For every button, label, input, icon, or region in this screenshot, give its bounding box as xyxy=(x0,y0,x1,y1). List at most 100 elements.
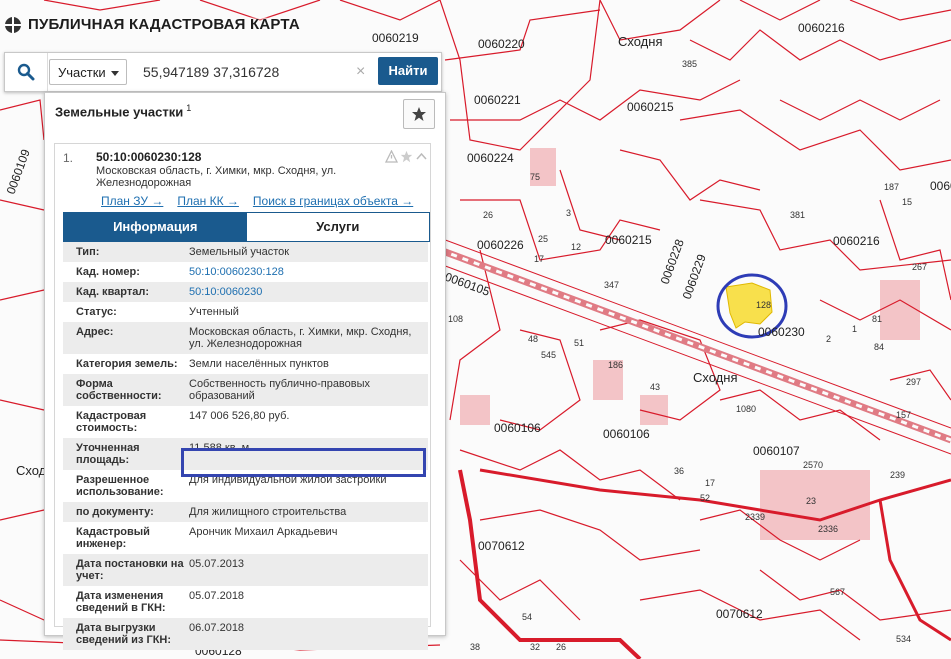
map-label-quarter: 0060215 xyxy=(627,100,674,114)
info-row-changed-date: Дата изменения сведений в ГКН: 05.07.2018 xyxy=(63,586,428,618)
parcel-number[interactable]: 50:10:0060230:128 xyxy=(96,150,201,164)
svg-text:1080: 1080 xyxy=(736,404,756,414)
chevron-up-icon[interactable] xyxy=(415,150,428,163)
map-label-quarter: 0070612 xyxy=(716,607,763,621)
tab-services[interactable]: Услуги xyxy=(246,213,429,241)
map-label-quarter: 0060216 xyxy=(833,234,880,248)
map-label-quarter: 0060109 xyxy=(930,179,951,193)
svg-text:297: 297 xyxy=(906,377,921,387)
plan-zu-link[interactable]: План ЗУ → xyxy=(101,194,163,208)
info-row-engineer: Кадастровый инженер: Арончик Михаил Аркад… xyxy=(63,522,428,554)
svg-text:81: 81 xyxy=(872,314,882,324)
svg-text:52: 52 xyxy=(700,493,710,503)
map-label-quarter: 0060230 xyxy=(758,325,805,339)
map-label-quarter: 0060224 xyxy=(467,151,514,165)
map-label-quarter: 0060107 xyxy=(753,444,800,458)
warning-icon[interactable] xyxy=(385,150,398,163)
svg-text:1: 1 xyxy=(852,324,857,334)
map-label-quarter: 0060106 xyxy=(494,421,541,435)
info-table: Тип: Земельный участок Кад. номер: 50:10:0… xyxy=(63,242,428,650)
svg-text:347: 347 xyxy=(604,280,619,290)
svg-text:84: 84 xyxy=(874,342,884,352)
map-label-quarter: 0060220 xyxy=(478,37,525,51)
svg-text:239: 239 xyxy=(890,470,905,480)
info-row-area: Уточненная площадь: 11 588 кв. м xyxy=(63,438,428,470)
info-row-type: Тип: Земельный участок xyxy=(63,242,428,262)
item-index: 1. xyxy=(63,151,74,165)
search-input[interactable]: 55,947189 37,316728 xyxy=(133,59,379,85)
svg-text:38: 38 xyxy=(470,642,480,652)
svg-text:157: 157 xyxy=(896,410,911,420)
favorite-button[interactable] xyxy=(403,99,435,129)
svg-text:567: 567 xyxy=(830,587,845,597)
svg-text:23: 23 xyxy=(806,496,816,506)
find-button[interactable]: Найти xyxy=(378,57,438,85)
svg-text:15: 15 xyxy=(902,197,912,207)
svg-text:187: 187 xyxy=(884,182,899,192)
app-title: ПУБЛИЧНАЯ КАДАСТРОВАЯ КАРТА xyxy=(4,10,300,40)
svg-text:43: 43 xyxy=(650,382,660,392)
results-panel: Земельные участки 1 1. 50:10:0060230:128 … xyxy=(44,92,446,650)
svg-text:17: 17 xyxy=(534,254,544,264)
svg-text:381: 381 xyxy=(790,210,805,220)
svg-text:267: 267 xyxy=(912,262,927,272)
info-row-ownership: Форма собственности: Собственность публич… xyxy=(63,374,428,406)
svg-text:2336: 2336 xyxy=(818,524,838,534)
info-row-by-document: по документу: Для жилищного строительства xyxy=(63,502,428,522)
plan-kk-link[interactable]: План КК → xyxy=(177,194,239,208)
panel-title-text: Земельные участки xyxy=(55,104,184,120)
svg-text:17: 17 xyxy=(705,478,715,488)
search-icon[interactable] xyxy=(5,53,48,91)
svg-text:32: 32 xyxy=(530,642,540,652)
info-row-permitted-use: Разрешенное использование: Для индивидуал… xyxy=(63,470,428,502)
svg-text:128: 128 xyxy=(756,300,771,310)
map-label-quarter: 0060215 xyxy=(605,233,652,247)
object-type-value: Участки xyxy=(58,65,106,80)
chevron-down-icon xyxy=(111,71,119,76)
map-label-quarter: 0060216 xyxy=(798,21,845,35)
info-row-cad-value: Кадастровая стоимость: 147 006 526,80 руб… xyxy=(63,406,428,438)
map-label-quarter: 0070612 xyxy=(478,539,525,553)
star-icon xyxy=(412,107,426,121)
map-label-quarter: 0060106 xyxy=(603,427,650,441)
search-in-bounds-link[interactable]: Поиск в границах объекта → xyxy=(253,194,413,208)
svg-text:36: 36 xyxy=(674,466,684,476)
parcel-card: 1. 50:10:0060230:128 Московская область,… xyxy=(54,143,431,650)
app-title-text: ПУБЛИЧНАЯ КАДАСТРОВАЯ КАРТА xyxy=(28,16,300,33)
star-icon[interactable] xyxy=(400,150,413,163)
panel-title: Земельные участки 1 xyxy=(55,103,191,119)
svg-text:534: 534 xyxy=(896,634,911,644)
svg-text:545: 545 xyxy=(541,350,556,360)
map-place-label: Сходня xyxy=(618,34,663,49)
close-icon[interactable]: × xyxy=(356,62,365,82)
search-bar: Участки 55,947189 37,316728 × Найти xyxy=(4,52,442,92)
svg-text:385: 385 xyxy=(682,59,697,69)
info-row-cad-quarter: Кад. квартал: 50:10:0060230 xyxy=(63,282,428,302)
svg-text:25: 25 xyxy=(538,234,548,244)
info-row-cad-number: Кад. номер: 50:10:0060230:128 xyxy=(63,262,428,282)
object-type-select[interactable]: Участки xyxy=(49,59,127,85)
svg-text:186: 186 xyxy=(608,360,623,370)
map-place-label: Сходня xyxy=(693,370,738,385)
svg-text:26: 26 xyxy=(556,642,566,652)
svg-text:2570: 2570 xyxy=(803,460,823,470)
svg-text:26: 26 xyxy=(483,210,493,220)
svg-text:54: 54 xyxy=(522,612,532,622)
logo-icon xyxy=(5,17,21,33)
svg-text:108: 108 xyxy=(448,314,463,324)
map-label-quarter: 0060219 xyxy=(372,31,419,45)
item-tools xyxy=(385,150,428,163)
result-count: 1 xyxy=(186,103,192,113)
svg-text:51: 51 xyxy=(574,338,584,348)
svg-text:75: 75 xyxy=(530,172,540,182)
map-label-quarter: 0060221 xyxy=(474,93,521,107)
map-label-quarter: 0060226 xyxy=(477,238,524,252)
info-row-address: Адрес: Московская область, г. Химки, мкр.… xyxy=(63,322,428,354)
svg-text:48: 48 xyxy=(528,334,538,344)
parcel-links: План ЗУ → План КК → Поиск в границах объ… xyxy=(101,194,413,208)
info-row-status: Статус: Учтенный xyxy=(63,302,428,322)
info-row-land-category: Категория земель: Земли населённых пункто… xyxy=(63,354,428,374)
tab-information[interactable]: Информация xyxy=(64,213,247,241)
svg-text:12: 12 xyxy=(571,242,581,252)
info-row-registered-date: Дата постановки на учет: 05.07.2013 xyxy=(63,554,428,586)
